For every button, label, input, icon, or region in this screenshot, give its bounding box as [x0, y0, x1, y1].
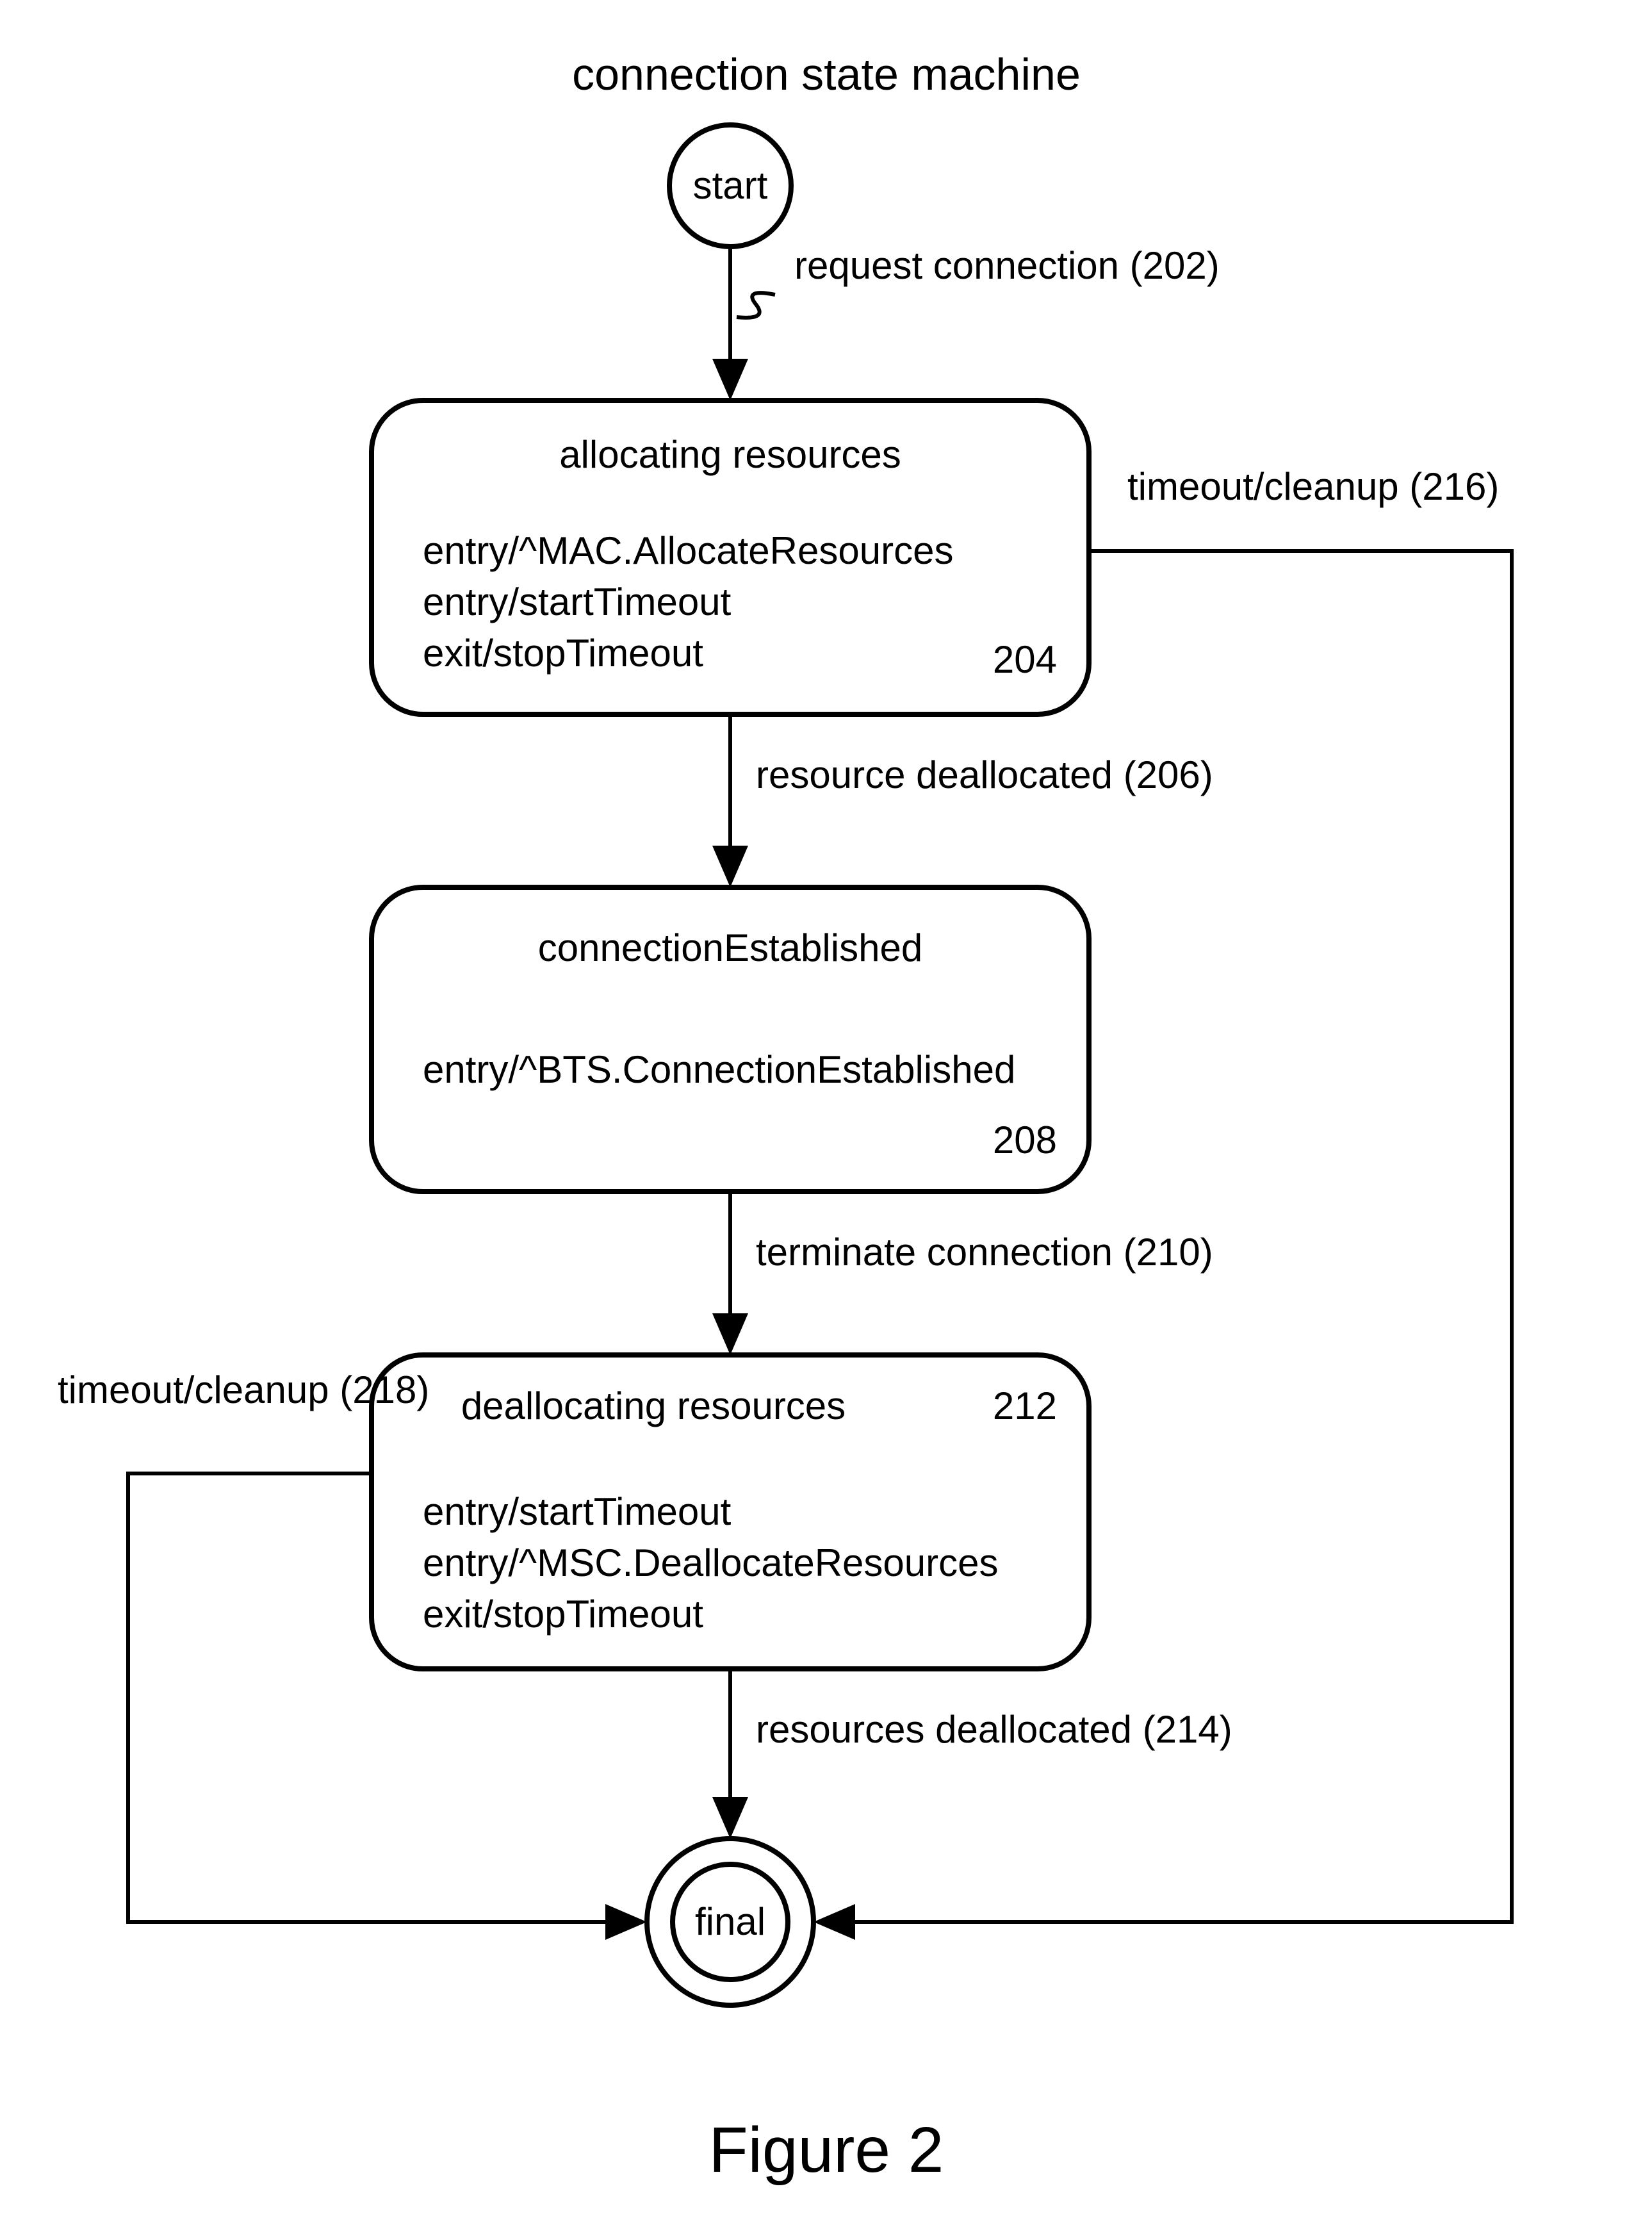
state-established-title: connectionEstablished	[538, 926, 922, 969]
label-resource-deallocated: resource deallocated (206)	[756, 753, 1213, 796]
label-request-connection: request connection (202)	[794, 244, 1220, 287]
state-deallocating-resources: deallocating resources 212 entry/startTi…	[372, 1355, 1089, 1669]
state-connection-established: connectionEstablished entry/^BTS.Connect…	[372, 887, 1089, 1192]
label-resources-deallocated: resources deallocated (214)	[756, 1708, 1232, 1751]
transition-request-connection: request connection (202)	[712, 244, 1220, 400]
transition-terminate-connection: terminate connection (210)	[712, 1192, 1213, 1355]
final-label: final	[695, 1900, 765, 1943]
state-deallocating-title: deallocating resources	[461, 1384, 846, 1427]
label-timeout-216: timeout/cleanup (216)	[1127, 465, 1499, 508]
label-terminate-connection: terminate connection (210)	[756, 1231, 1213, 1274]
state-allocating-resources: allocating resources entry/^MAC.Allocate…	[372, 400, 1089, 714]
allocating-ref: 204	[993, 638, 1057, 681]
deallocating-action-1: entry/^MSC.DeallocateResources	[423, 1541, 999, 1584]
deallocating-ref: 212	[993, 1384, 1057, 1427]
state-machine-diagram: connection state machine start request c…	[0, 0, 1652, 2232]
allocating-action-2: exit/stopTimeout	[423, 632, 703, 675]
transition-resource-deallocated: resource deallocated (206)	[712, 714, 1213, 887]
deallocating-action-2: exit/stopTimeout	[423, 1593, 703, 1636]
established-action-0: entry/^BTS.ConnectionEstablished	[423, 1048, 1015, 1091]
final-state: final	[647, 1839, 814, 2005]
label-timeout-218: timeout/cleanup (218)	[58, 1368, 429, 1411]
allocating-action-1: entry/startTimeout	[423, 580, 732, 623]
start-state: start	[669, 125, 791, 247]
established-ref: 208	[993, 1119, 1057, 1161]
figure-caption: Figure 2	[709, 2114, 944, 2186]
start-label: start	[693, 164, 768, 207]
deallocating-action-0: entry/startTimeout	[423, 1490, 732, 1533]
diagram-title: connection state machine	[572, 49, 1081, 99]
transition-resources-deallocated: resources deallocated (214)	[712, 1669, 1232, 1839]
state-allocating-title: allocating resources	[559, 433, 901, 476]
allocating-action-0: entry/^MAC.AllocateResources	[423, 529, 953, 572]
transition-timeout-218: timeout/cleanup (218)	[58, 1368, 647, 1940]
